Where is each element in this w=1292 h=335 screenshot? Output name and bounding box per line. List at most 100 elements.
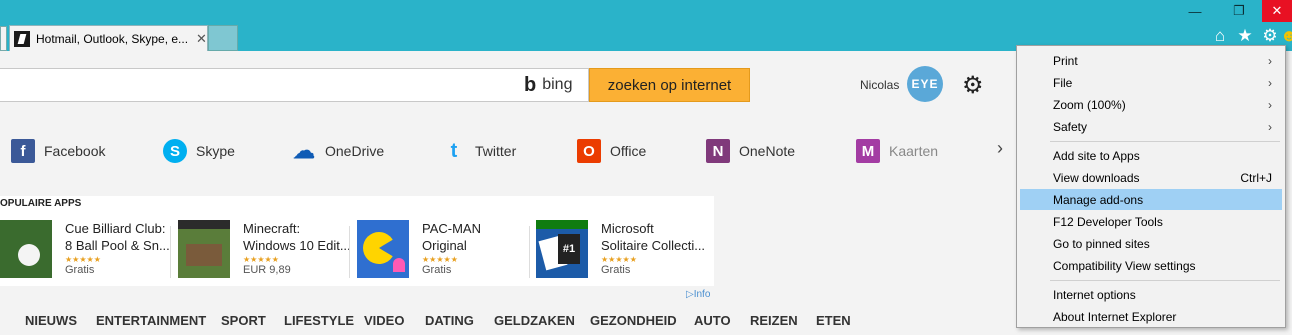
quick-link-skype[interactable]: S Skype bbox=[163, 136, 235, 166]
facebook-icon: f bbox=[11, 139, 35, 163]
quick-link-label: OneDrive bbox=[325, 143, 385, 159]
menu-item-label: Print bbox=[1053, 53, 1078, 68]
app-tile[interactable]: #1 Microsoft Solitaire Collecti... ★★★★★… bbox=[536, 220, 705, 282]
rating-stars: ★★★★★ bbox=[243, 255, 279, 264]
menu-item-manage-add-ons[interactable]: Manage add-ons bbox=[1020, 189, 1282, 210]
close-window-button[interactable]: ✕ bbox=[1262, 0, 1292, 22]
nav-item-reizen[interactable]: REIZEN bbox=[750, 313, 798, 328]
divider bbox=[529, 226, 530, 278]
office-icon: O bbox=[577, 139, 601, 163]
menu-item-label: Manage add-ons bbox=[1053, 192, 1144, 207]
pacman-thumb-icon bbox=[357, 220, 409, 278]
app-tile[interactable]: PAC-MAN Original ★★★★★ Gratis bbox=[357, 220, 481, 282]
menu-item-label: Go to pinned sites bbox=[1053, 236, 1150, 251]
app-name-line2: Solitaire Collecti... bbox=[601, 238, 706, 253]
menu-item-file[interactable]: File › bbox=[1020, 72, 1282, 93]
restore-button[interactable]: ❐ bbox=[1216, 0, 1262, 22]
app-price: Gratis bbox=[65, 264, 95, 276]
bing-b-icon: b bbox=[524, 73, 537, 96]
quick-link-office[interactable]: O Office bbox=[577, 136, 646, 166]
app-tile[interactable]: Cue Billiard Club: 8 Ball Pool & Sn... ★… bbox=[0, 220, 170, 282]
nav-item-lifestyle[interactable]: LIFESTYLE bbox=[284, 313, 354, 328]
search-button[interactable]: zoeken op internet bbox=[589, 68, 750, 102]
apps-section-title: OPULAIRE APPS bbox=[0, 198, 82, 209]
rating-stars: ★★★★★ bbox=[422, 255, 458, 264]
nav-item-auto[interactable]: AUTO bbox=[694, 313, 731, 328]
chevron-right-icon: › bbox=[1268, 97, 1272, 112]
feedback-smiley-icon[interactable]: ☻ bbox=[1284, 26, 1292, 46]
quick-link-label: Skype bbox=[196, 143, 235, 159]
nav-item-entertainment[interactable]: ENTERTAINMENT bbox=[96, 313, 206, 328]
page-settings-gear-icon[interactable]: ⚙ bbox=[962, 71, 984, 100]
menu-item-internet-options[interactable]: Internet options bbox=[1020, 284, 1282, 305]
quick-links: f Facebook S Skype ☁ OneDrive t Twitter … bbox=[0, 136, 1000, 166]
bing-logo: b bing bbox=[524, 74, 572, 96]
tools-gear-icon[interactable]: ⚙ bbox=[1260, 26, 1280, 46]
home-icon[interactable]: ⌂ bbox=[1210, 26, 1230, 46]
quick-link-label: Kaarten bbox=[889, 143, 939, 159]
divider bbox=[349, 226, 350, 278]
nav-item-dating[interactable]: DATING bbox=[425, 313, 474, 328]
billiard-thumb-icon bbox=[0, 220, 52, 278]
menu-item-label: Zoom (100%) bbox=[1053, 97, 1126, 112]
menu-item-label: Internet options bbox=[1053, 287, 1136, 302]
menu-separator bbox=[1050, 280, 1280, 281]
menu-item-about-ie[interactable]: About Internet Explorer bbox=[1020, 306, 1282, 327]
menu-item-label: F12 Developer Tools bbox=[1053, 214, 1163, 229]
nav-item-sport[interactable]: SPORT bbox=[221, 313, 266, 328]
menu-item-view-downloads[interactable]: View downloads Ctrl+J bbox=[1020, 167, 1282, 188]
ad-info-link[interactable]: ▷Info bbox=[686, 289, 710, 300]
app-name-line1: Minecraft: bbox=[243, 221, 301, 236]
app-price: Gratis bbox=[422, 264, 452, 276]
previous-tab[interactable] bbox=[0, 26, 7, 51]
quick-link-label: Office bbox=[610, 143, 647, 159]
divider bbox=[170, 226, 171, 278]
search-input[interactable] bbox=[0, 68, 589, 102]
app-name-line2: Windows 10 Edit... bbox=[243, 238, 351, 253]
tab-close-icon[interactable]: ✕ bbox=[196, 31, 207, 47]
quick-link-onenote[interactable]: N OneNote bbox=[706, 136, 795, 166]
quick-link-label: OneNote bbox=[739, 143, 796, 159]
rating-stars: ★★★★★ bbox=[65, 255, 101, 264]
menu-item-label: View downloads bbox=[1053, 170, 1140, 185]
chevron-right-icon[interactable]: › bbox=[997, 138, 1003, 159]
app-name-line1: Microsoft bbox=[601, 221, 654, 236]
user-name[interactable]: Nicolas bbox=[860, 78, 899, 92]
minimize-button[interactable]: — bbox=[1172, 0, 1218, 22]
menu-item-safety[interactable]: Safety › bbox=[1020, 116, 1282, 137]
menu-item-print[interactable]: Print › bbox=[1020, 50, 1282, 71]
new-tab-button[interactable] bbox=[208, 25, 238, 51]
quick-link-facebook[interactable]: f Facebook bbox=[11, 136, 105, 166]
app-name-line1: Cue Billiard Club: bbox=[65, 221, 166, 236]
tab-active[interactable]: Hotmail, Outlook, Skype, e... ✕ bbox=[9, 25, 208, 51]
nav-item-eten[interactable]: ETEN bbox=[816, 313, 851, 328]
app-name-line2: 8 Ball Pool & Sn... bbox=[65, 238, 170, 253]
onedrive-cloud-icon: ☁ bbox=[293, 138, 315, 163]
quick-link-onedrive[interactable]: ☁ OneDrive bbox=[292, 136, 384, 166]
app-name-line1: PAC-MAN bbox=[422, 221, 481, 236]
ad-info-label: Info bbox=[693, 289, 711, 300]
solitaire-thumb-icon: #1 bbox=[536, 220, 588, 278]
menu-item-go-to-pinned-sites[interactable]: Go to pinned sites bbox=[1020, 233, 1282, 254]
menu-item-compatibility-view[interactable]: Compatibility View settings bbox=[1020, 255, 1282, 276]
chevron-right-icon: › bbox=[1268, 119, 1272, 134]
menu-item-label: Safety bbox=[1053, 119, 1088, 134]
nav-item-geldzaken[interactable]: GELDZAKEN bbox=[494, 313, 575, 328]
avatar[interactable]: EYE bbox=[907, 66, 943, 102]
favorites-star-icon[interactable]: ★ bbox=[1235, 26, 1255, 46]
quick-link-twitter[interactable]: t Twitter bbox=[442, 136, 517, 166]
menu-item-add-site-to-apps[interactable]: Add site to Apps bbox=[1020, 145, 1282, 166]
menu-item-zoom[interactable]: Zoom (100%) › bbox=[1020, 94, 1282, 115]
app-tile[interactable]: Minecraft: Windows 10 Edit... ★★★★★ EUR … bbox=[178, 220, 351, 282]
minecraft-thumb-icon bbox=[178, 220, 230, 278]
rating-stars: ★★★★★ bbox=[601, 255, 637, 264]
nav-item-gezondheid[interactable]: GEZONDHEID bbox=[590, 313, 677, 328]
nav-item-nieuws[interactable]: NIEUWS bbox=[25, 313, 77, 328]
menu-item-label: About Internet Explorer bbox=[1053, 309, 1177, 324]
quick-link-label: Twitter bbox=[475, 143, 517, 159]
menu-item-f12-developer-tools[interactable]: F12 Developer Tools bbox=[1020, 211, 1282, 232]
quick-link-kaarten[interactable]: M Kaarten bbox=[856, 136, 938, 166]
app-price: Gratis bbox=[601, 264, 631, 276]
nav-item-video[interactable]: VIDEO bbox=[364, 313, 404, 328]
app-name-line2: Original bbox=[422, 238, 467, 253]
